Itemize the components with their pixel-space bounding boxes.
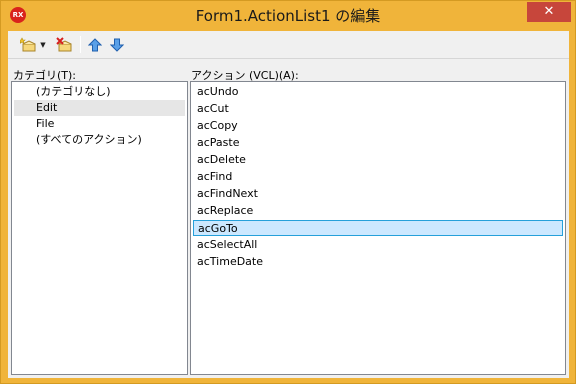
toolbar: ▼ <box>8 31 569 59</box>
action-list-editor-window: RX Form1.ActionList1 の編集 ✕ ▼ カテゴリ(T): アク… <box>0 0 576 384</box>
new-action-button[interactable]: ▼ <box>14 35 52 55</box>
move-down-icon <box>110 38 124 52</box>
category-item[interactable]: (カテゴリなし) <box>36 84 185 100</box>
action-item[interactable]: acReplace <box>193 203 563 219</box>
delete-action-icon <box>56 37 72 52</box>
close-button[interactable]: ✕ <box>527 2 571 22</box>
category-item-selected[interactable]: Edit <box>14 100 185 116</box>
action-item[interactable]: acSelectAll <box>193 237 563 253</box>
move-down-button[interactable] <box>108 35 126 55</box>
move-up-button[interactable] <box>86 35 104 55</box>
new-action-icon <box>20 37 36 52</box>
category-item[interactable]: (すべてのアクション) <box>36 132 185 148</box>
action-item[interactable]: acFind <box>193 169 563 185</box>
category-item[interactable]: File <box>36 116 185 132</box>
delete-action-button[interactable] <box>54 35 76 55</box>
action-item[interactable]: acTimeDate <box>193 254 563 270</box>
action-item[interactable]: acPaste <box>193 135 563 151</box>
editor-client-area: ▼ カテゴリ(T): アクション (VCL)(A): (カテゴリなし) Edit… <box>8 31 569 378</box>
new-action-dropdown-arrow[interactable]: ▼ <box>40 41 45 49</box>
move-up-icon <box>88 38 102 52</box>
actions-listbox[interactable]: acUndo acCut acCopy acPaste acDelete acF… <box>190 81 566 375</box>
toolbar-separator <box>80 36 81 53</box>
action-item[interactable]: acCopy <box>193 118 563 134</box>
action-item-selected[interactable]: acGoTo <box>193 220 563 236</box>
title-bar[interactable]: RX Form1.ActionList1 の編集 ✕ <box>1 1 575 31</box>
action-item[interactable]: acUndo <box>193 84 563 100</box>
window-title: Form1.ActionList1 の編集 <box>195 7 381 25</box>
action-item[interactable]: acFindNext <box>193 186 563 202</box>
categories-listbox[interactable]: (カテゴリなし) Edit File (すべてのアクション) <box>11 81 188 375</box>
action-item[interactable]: acDelete <box>193 152 563 168</box>
action-item[interactable]: acCut <box>193 101 563 117</box>
